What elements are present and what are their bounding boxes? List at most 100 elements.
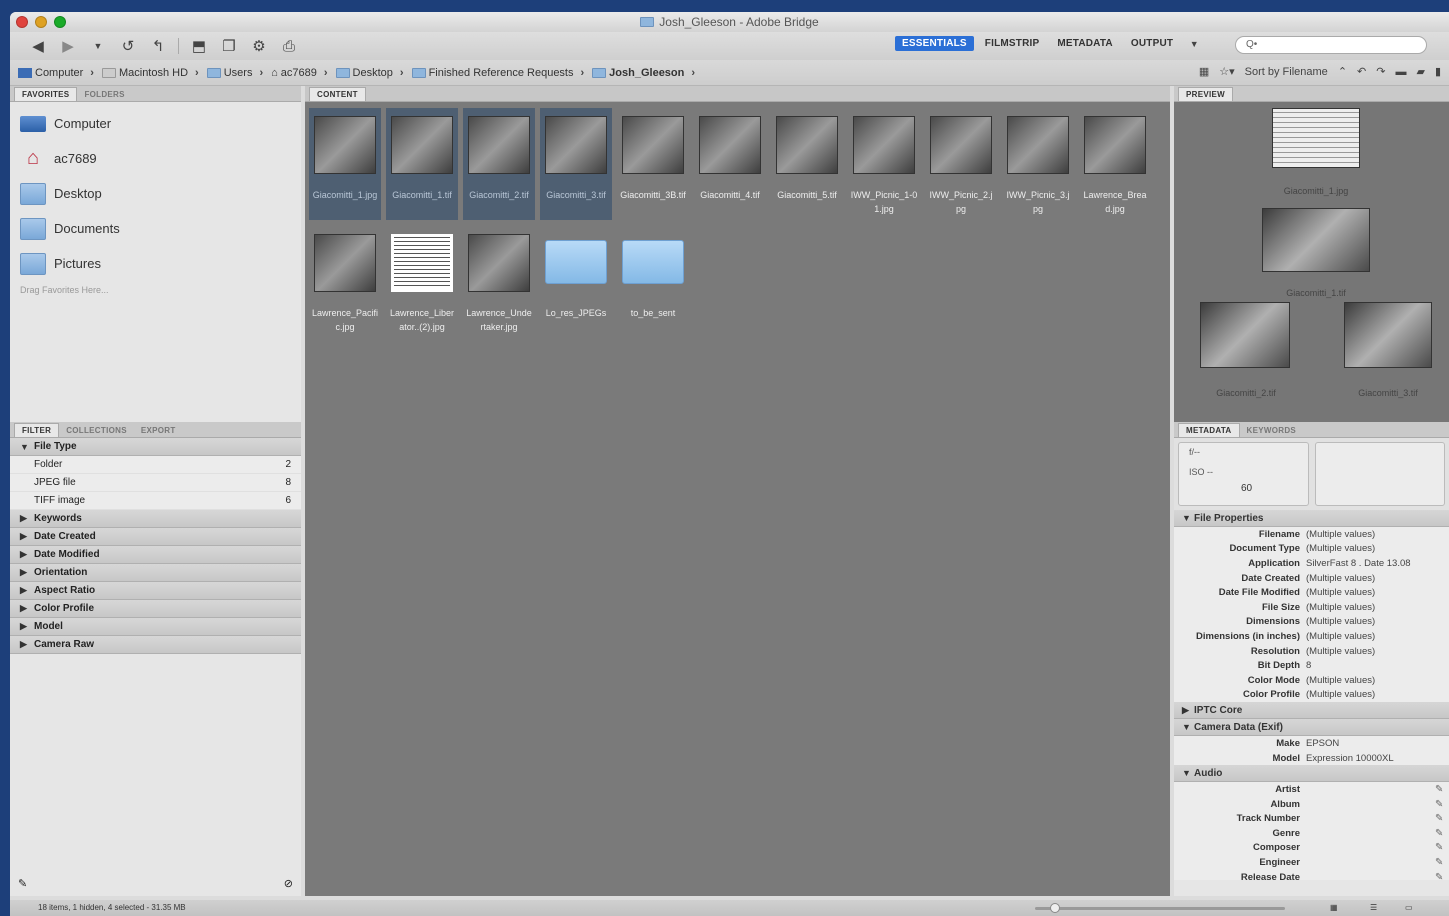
output-icon[interactable]: ⎙ [279,38,299,55]
favorite-desktop[interactable]: Desktop [10,176,301,211]
favorite-documents[interactable]: Documents [10,211,301,246]
tab-filter[interactable]: FILTER [14,423,60,437]
search-input[interactable]: Q• [1235,36,1427,54]
tab-favorites[interactable]: FAVORITES [14,87,78,101]
slider-knob[interactable] [1050,903,1060,913]
metadata-row[interactable]: Composer ✎ [1174,840,1449,856]
thumbnail-size-slider[interactable] [1035,903,1285,913]
favorite-home[interactable]: ⌂ ac7689 [10,141,301,176]
thumbnail-item[interactable]: Giacomitti_1.jpg [309,108,381,220]
tab-preview[interactable]: PREVIEW [1178,87,1233,101]
metadata-row[interactable]: Engineer ✎ [1174,855,1449,870]
back-arrow-icon[interactable]: ◀ [28,37,48,55]
filter-section-aspect-ratio[interactable]: ▶ Aspect Ratio [10,582,301,600]
thumbnail-item[interactable]: Lawrence_Liberator..(2).jpg [386,226,458,338]
preview-image[interactable] [1200,302,1290,368]
quality-options-icon[interactable]: ▦ [1199,65,1209,78]
tab-export[interactable]: EXPORT [134,424,183,437]
thumbnail-item[interactable]: Giacomitti_1.tif [386,108,458,220]
thumbnail-item[interactable]: Giacomitti_4.tif [694,108,766,220]
filter-section-orientation[interactable]: ▶ Orientation [10,564,301,582]
new-folder-icon[interactable]: ▰ [1416,65,1424,78]
edit-pencil-icon[interactable]: ✎ [1435,813,1449,824]
rotate-left-icon[interactable]: ↶ [1357,65,1366,78]
edit-pencil-icon[interactable]: ✎ [1435,857,1449,868]
close-window-button[interactable] [16,16,28,28]
thumbnail-item[interactable]: Lo_res_JPEGs [540,226,612,338]
tab-content[interactable]: CONTENT [309,87,366,101]
metadata-row[interactable]: Track Number ✎ [1174,811,1449,827]
metadata-row[interactable]: Artist ✎ [1174,782,1449,797]
filter-items-icon[interactable]: ☆▾ [1219,65,1234,78]
thumbnail-item[interactable]: Lawrence_Undertaker.jpg [463,226,535,338]
sort-ascending-icon[interactable]: ⌃ [1338,65,1347,78]
edit-pencil-icon[interactable]: ✎ [1435,872,1449,881]
preview-image[interactable] [1344,302,1432,368]
thumbnail-item[interactable]: Lawrence_Pacific.jpg [309,226,381,338]
detail-view-icon[interactable]: ▭ [1405,900,1413,916]
metadata-section-audio[interactable]: ▼ Audio [1174,765,1449,783]
metadata-section-iptc-core[interactable]: ▶ IPTC Core [1174,702,1449,720]
filter-item[interactable]: JPEG file 8 [10,474,301,492]
workspace-output[interactable]: OUTPUT [1124,36,1180,51]
filter-item[interactable]: TIFF image 6 [10,492,301,510]
list-view-icon[interactable]: ☰ [1370,900,1377,916]
filter-section-camera-raw[interactable]: ▶ Camera Raw [10,636,301,654]
metadata-row[interactable]: Album ✎ [1174,796,1449,812]
breadcrumb-ac7689[interactable]: ⌂ ac7689 › [271,67,331,79]
thumbnail-item[interactable]: IWW_Picnic_3.jpg [1002,108,1074,220]
filter-section-date-modified[interactable]: ▶ Date Modified [10,546,301,564]
breadcrumb-finished-reference-requests[interactable]: Finished Reference Requests › [411,67,589,79]
breadcrumb-macintosh-hd[interactable]: Macintosh HD › [101,67,203,79]
tab-collections[interactable]: COLLECTIONS [59,424,134,437]
open-recent-icon[interactable]: ▬ [1395,66,1406,78]
workspace-filmstrip[interactable]: FILMSTRIP [978,36,1047,51]
thumbnail-item[interactable]: to_be_sent [617,226,689,338]
metadata-row[interactable]: Genre ✎ [1174,826,1449,841]
tab-keywords[interactable]: KEYWORDS [1240,424,1304,437]
filter-section-model[interactable]: ▶ Model [10,618,301,636]
rotate-right-icon[interactable]: ↷ [1376,65,1385,78]
metadata-section-camera-data[interactable]: ▼ Camera Data (Exif) [1174,719,1449,737]
edit-pencil-icon[interactable]: ✎ [1435,828,1449,839]
thumbnail-item[interactable]: Giacomitti_3.tif [540,108,612,220]
preview-image[interactable] [1272,108,1360,168]
filter-section-color-profile[interactable]: ▶ Color Profile [10,600,301,618]
filter-item[interactable]: Folder 2 [10,456,301,474]
delete-icon[interactable]: ▮ [1435,65,1441,78]
minimize-window-button[interactable] [35,16,47,28]
breadcrumb-desktop[interactable]: Desktop › [335,67,408,79]
forward-arrow-icon[interactable]: ▶ [58,37,78,55]
filter-section-file-type[interactable]: ▼ File Type [10,438,301,456]
preview-image[interactable] [1262,208,1370,272]
filter-section-date-created[interactable]: ▶ Date Created [10,528,301,546]
workspace-dropdown-icon[interactable]: ▼ [1184,39,1204,49]
favorite-computer[interactable]: Computer [10,106,301,141]
tab-folders[interactable]: FOLDERS [77,88,131,101]
thumbnail-item[interactable]: Giacomitti_2.tif [463,108,535,220]
grid-view-icon[interactable]: ▦ [1330,900,1338,916]
return-to-photoshop-icon[interactable]: ↰ [148,37,168,55]
pin-icon[interactable]: ✎ [18,877,27,890]
metadata-row[interactable]: Release Date ✎ [1174,869,1449,881]
edit-pencil-icon[interactable]: ✎ [1435,799,1449,810]
thumbnail-item[interactable]: Giacomitti_3B.tif [617,108,689,220]
edit-pencil-icon[interactable]: ✎ [1435,784,1449,795]
camera-download-icon[interactable]: ⬒ [189,37,209,55]
metadata-section-file-properties[interactable]: ▼ File Properties [1174,510,1449,527]
open-in-camera-raw-icon[interactable]: ⚙ [249,37,269,55]
breadcrumb-users[interactable]: Users › [206,67,267,79]
reveal-recent-icon[interactable]: ↺ [118,37,138,55]
favorite-pictures[interactable]: Pictures [10,246,301,281]
breadcrumb-josh-gleeson[interactable]: Josh_Gleeson › [592,67,699,79]
zoom-window-button[interactable] [54,16,66,28]
thumbnail-item[interactable]: IWW_Picnic_2.jpg [925,108,997,220]
clear-filter-icon[interactable]: ⊘ [284,877,293,890]
filter-section-keywords[interactable]: ▶ Keywords [10,510,301,528]
breadcrumb-computer[interactable]: Computer › [18,67,98,79]
workspace-essentials[interactable]: ESSENTIALS [895,36,974,51]
thumbnail-item[interactable]: IWW_Picnic_1-01.jpg [848,108,920,220]
refine-icon[interactable]: ❐ [219,37,239,55]
sort-dropdown[interactable]: Sort by Filename [1245,66,1328,78]
thumbnail-item[interactable]: Giacomitti_5.tif [771,108,843,220]
